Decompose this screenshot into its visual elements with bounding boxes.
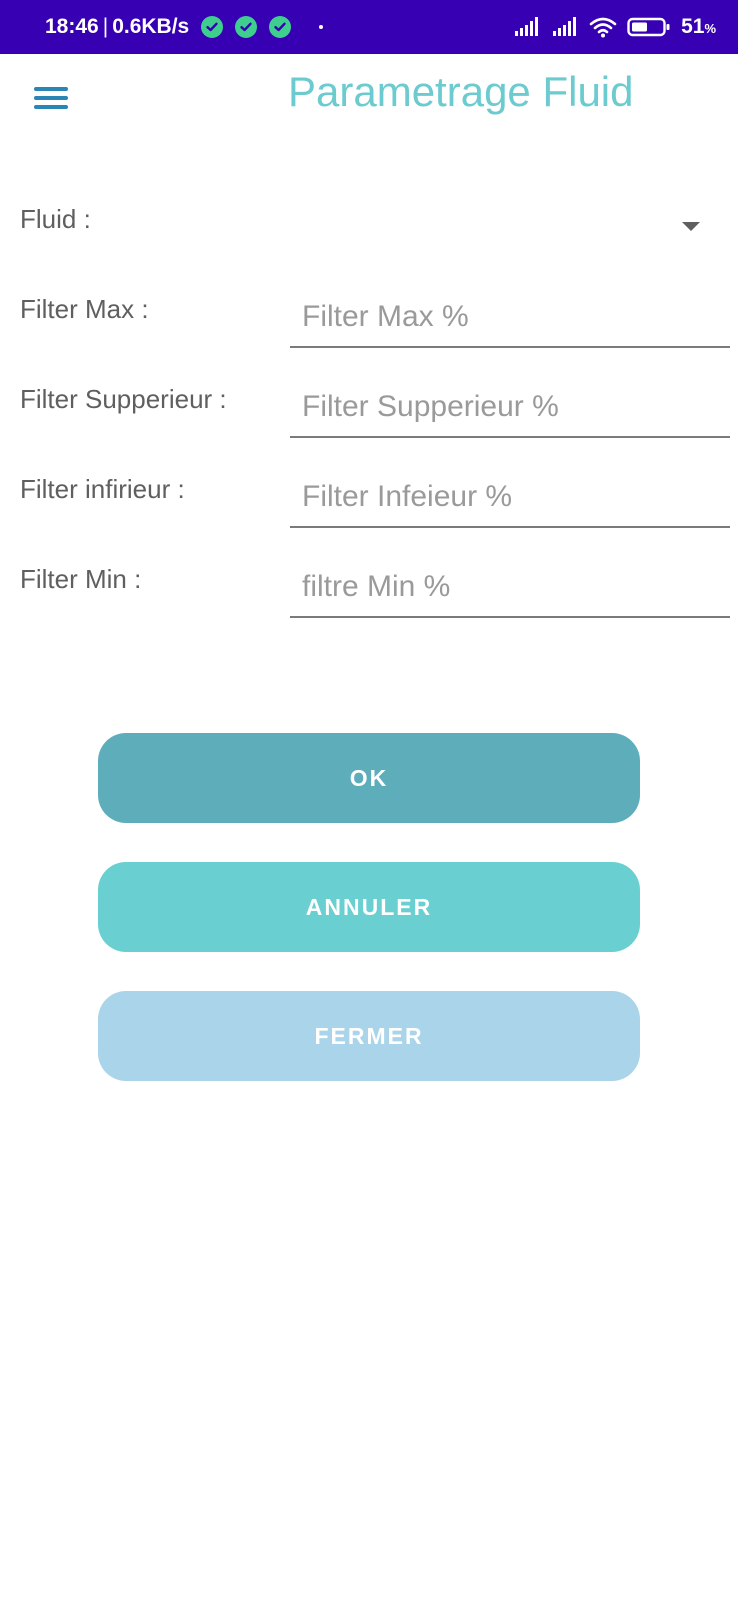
filter-min-input[interactable] [290,558,730,618]
filter-min-label: Filter Min : [20,564,142,594]
battery-percentage: 51% [681,15,716,39]
check-circle-icon [235,16,258,38]
filter-inferieur-input[interactable] [290,468,730,528]
status-time: 18:46 [45,15,99,38]
fermer-button[interactable]: FERMER [98,991,640,1081]
status-bar: 18:46 | 0.6KB/s 51% [0,0,738,54]
wifi-icon [589,17,617,38]
signal-icon [515,17,539,36]
signal-icon [553,17,577,36]
status-separator: | [102,15,109,38]
filter-max-label: Filter Max : [20,294,149,324]
filter-superieur-input[interactable] [290,378,730,438]
page-title: Parametrage Fluid [288,68,634,115]
filter-superieur-label: Filter Supperieur : [20,384,227,414]
network-speed: 0.6KB/s [112,15,190,38]
battery-level: 51 [681,15,705,38]
menu-bar-line [34,96,68,100]
check-circle-icon [201,16,224,38]
fluid-label: Fluid : [20,204,91,234]
hamburger-menu-icon[interactable] [34,85,70,111]
menu-bar-line [34,105,68,109]
menu-bar-line [34,87,68,91]
battery-unit: % [704,21,716,36]
battery-icon [627,17,670,37]
filter-inferieur-label: Filter infirieur : [20,474,185,504]
fluid-dropdown[interactable] [290,196,710,256]
status-left: 18:46 | 0.6KB/s [45,0,324,54]
filter-max-input[interactable] [290,288,730,348]
dropdown-arrow-icon [682,222,700,231]
status-right: 51% [513,0,716,54]
ok-button[interactable]: OK [98,733,640,823]
notification-dot-icon [319,25,324,29]
check-circle-icon [269,16,292,38]
annuler-button[interactable]: ANNULER [98,862,640,952]
